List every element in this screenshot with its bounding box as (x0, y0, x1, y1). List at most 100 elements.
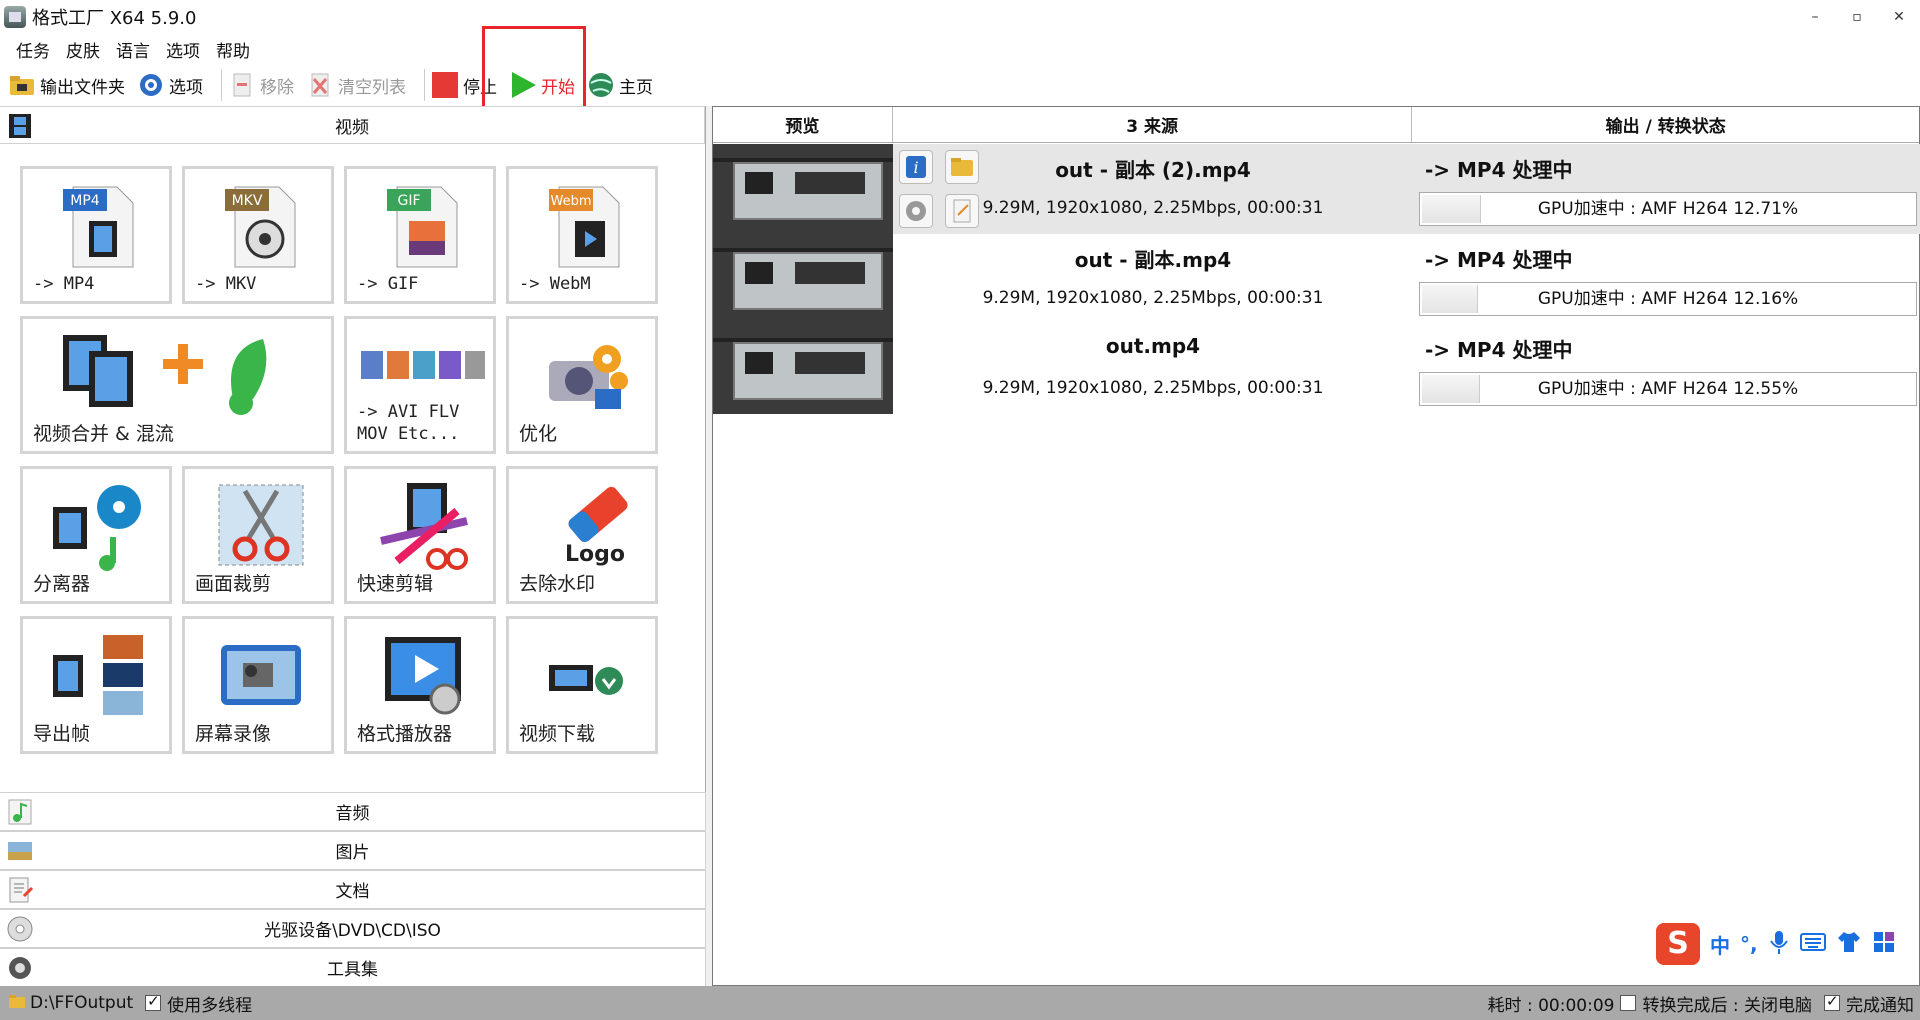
source-file-meta: 9.29M, 1920x1080, 2.25Mbps, 00:00:31 (982, 198, 1324, 218)
tile-label: 格式播放器 (357, 723, 453, 745)
status-bar: D:\FFOutput 使用多线程 耗时 : 00:00:09 转换完成后 : … (0, 986, 1920, 1020)
mp4-file-icon: MP4 (63, 186, 134, 268)
header-preview[interactable]: 预览 (713, 107, 893, 142)
tile-label: 去除水印 (519, 573, 596, 595)
header-source[interactable]: 3 来源 (893, 107, 1413, 142)
webm-file-icon: Webm (549, 186, 620, 268)
tile-splitter[interactable]: 分离器 (20, 466, 172, 604)
home-button[interactable]: 主页 (587, 71, 653, 99)
maximize-button[interactable]: ▫ (1836, 0, 1878, 34)
film-icon (6, 112, 34, 140)
ime-punctuation-toggle[interactable]: °, (1740, 932, 1758, 956)
stop-button[interactable]: 停止 (431, 71, 497, 99)
category-video[interactable]: 视频 (0, 106, 705, 144)
clear-list-button[interactable]: 清空列表 (306, 71, 406, 99)
tile-video-join[interactable]: 视频合并 & 混流 (20, 316, 334, 454)
tile-label: 视频下载 (519, 723, 596, 745)
splitter-icon (53, 485, 141, 571)
ime-mode-toggle[interactable]: 中 (1710, 930, 1730, 959)
folder-icon (8, 71, 36, 99)
output-folder-button[interactable]: 输出文件夹 (8, 71, 125, 99)
home-label: 主页 (619, 77, 653, 98)
tile-label: -> MP4 (33, 274, 95, 294)
header-output-status[interactable]: 输出 / 转换状态 (1412, 107, 1919, 142)
category-audio[interactable]: 音频 (0, 792, 706, 831)
tile-video-download[interactable]: 视频下载 (506, 616, 658, 754)
remove-icon (228, 71, 256, 99)
tile-to-mkv[interactable]: MKV -> MKV (182, 166, 334, 304)
category-document[interactable]: 文档 (0, 870, 706, 909)
category-tools[interactable]: 工具集 (0, 948, 706, 987)
play-icon (509, 71, 537, 99)
menu-language[interactable]: 语言 (108, 37, 158, 62)
webm-badge-text: Webm (550, 194, 591, 209)
remove-button[interactable]: 移除 (228, 71, 294, 99)
tile-label: 屏幕录像 (195, 723, 272, 745)
tile-quick-clip[interactable]: 快速剪辑 (344, 466, 496, 604)
tile-screen-record[interactable]: 屏幕录像 (182, 616, 334, 754)
toolbox-icon (6, 954, 34, 982)
menu-task[interactable]: 任务 (8, 37, 58, 62)
window-title: 格式工厂 X64 5.9.0 (32, 8, 197, 29)
quick-clip-icon (380, 483, 468, 570)
category-dvd-label: 光驱设备\DVD\CD\ISO (264, 921, 441, 941)
task-table-header: 预览 3 来源 输出 / 转换状态 (713, 107, 1919, 143)
tile-to-mp4[interactable]: MP4 -> MP4 (20, 166, 172, 304)
menu-help[interactable]: 帮助 (208, 37, 258, 62)
tile-export-frames[interactable]: 导出帧 (20, 616, 172, 754)
category-image[interactable]: 图片 (0, 831, 706, 870)
tile-to-webm[interactable]: Webm -> WebM (506, 166, 658, 304)
task-row[interactable]: out - 副本.mp4 9.29M, 1920x1080, 2.25Mbps,… (713, 234, 1920, 324)
mkv-file-icon: MKV (225, 186, 296, 268)
menu-skin[interactable]: 皮肤 (58, 37, 108, 62)
tile-label: 导出帧 (33, 723, 91, 745)
tile-optimize[interactable]: 优化 (506, 316, 658, 454)
title-bar: 格式工厂 X64 5.9.0 – ▫ ✕ (0, 0, 1920, 34)
tile-label: 视频合并 & 混流 (33, 423, 174, 445)
tile-format-player[interactable]: 格式播放器 (344, 616, 496, 754)
multithread-checkbox[interactable] (145, 992, 162, 1011)
disc-icon (6, 915, 34, 943)
microphone-icon[interactable] (1768, 929, 1790, 960)
clear-list-icon (306, 71, 334, 99)
notify-label: 完成通知 (1846, 995, 1914, 1016)
export-frames-icon (53, 635, 143, 715)
category-video-label: 视频 (335, 117, 369, 138)
close-button[interactable]: ✕ (1878, 0, 1920, 34)
menu-bar: 任务 皮肤 语言 选项 帮助 (0, 34, 1920, 64)
keyboard-icon[interactable] (1799, 931, 1826, 958)
video-download-icon (549, 665, 623, 695)
task-row[interactable]: out.mp4 9.29M, 1920x1080, 2.25Mbps, 00:0… (713, 324, 1920, 414)
tile-crop[interactable]: 画面裁剪 (182, 466, 334, 604)
mkv-badge-text: MKV (232, 193, 263, 209)
tile-remove-logo[interactable]: Logo 去除水印 (506, 466, 658, 604)
category-dvd[interactable]: 光驱设备\DVD\CD\ISO (0, 909, 706, 948)
toolbar: 输出文件夹 选项 移除 清空列表 停止 开始 主页 (0, 64, 1920, 106)
options-button[interactable]: 选项 (137, 71, 203, 99)
after-done-checkbox[interactable] (1620, 995, 1637, 1011)
tile-to-gif[interactable]: GIF -> GIF (344, 166, 496, 304)
start-button[interactable]: 开始 (509, 71, 575, 99)
notify-checkbox[interactable] (1824, 992, 1840, 1011)
logo-text: Logo (565, 542, 625, 567)
source-file-name: out.mp4 (1105, 334, 1201, 358)
skin-shirt-icon[interactable] (1836, 930, 1862, 959)
tile-label: -> AVI FLV MOV Etc... (357, 402, 460, 444)
menu-options[interactable]: 选项 (158, 37, 208, 62)
tile-to-avi-flv-mov[interactable]: -> AVI FLV MOV Etc... (344, 316, 496, 454)
source-file-meta: 9.29M, 1920x1080, 2.25Mbps, 00:00:31 (982, 378, 1324, 398)
music-note-icon (6, 798, 34, 826)
task-row[interactable]: i out - 副本 (2).mp4 9.29M, 1920x1080, 2.2… (713, 144, 1920, 234)
sogou-logo[interactable]: S (1656, 923, 1700, 965)
toolbox-grid-icon[interactable] (1872, 930, 1896, 959)
progress-text: GPU加速中 : AMF H264 12.71% (1537, 199, 1799, 219)
category-audio-label: 音频 (335, 804, 370, 824)
gif-file-icon: GIF (387, 186, 458, 268)
elapsed-time: 耗时 : 00:00:09 (1487, 995, 1615, 1016)
stop-label: 停止 (463, 77, 497, 98)
remove-label: 移除 (260, 77, 294, 98)
output-path[interactable]: D:\FFOutput (30, 993, 133, 1013)
minimize-button[interactable]: – (1794, 0, 1836, 34)
source-file-name: out - 副本 (2).mp4 (1055, 158, 1251, 182)
format-strip-icon (361, 351, 485, 379)
